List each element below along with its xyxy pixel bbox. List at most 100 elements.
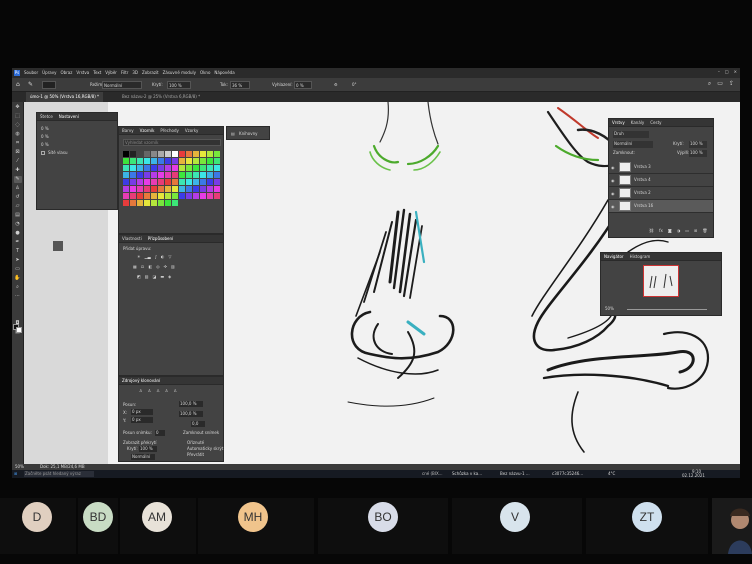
clone-stamp-icon[interactable]: ♙ — [14, 185, 22, 192]
color-swatch[interactable] — [158, 186, 164, 192]
color-swatch[interactable] — [172, 186, 178, 192]
color-swatch[interactable] — [179, 179, 185, 185]
gradient-map-icon[interactable]: ▬ — [160, 275, 164, 279]
taskbar-app-teams[interactable]: Schůzka v ka... — [452, 472, 482, 476]
color-swatch[interactable] — [165, 165, 171, 171]
color-swatch[interactable] — [214, 165, 220, 171]
visibility-eye-icon[interactable]: ◉ — [611, 191, 616, 196]
selective-color-icon[interactable]: ◈ — [168, 275, 171, 279]
participant-tile[interactable]: MH — [198, 498, 314, 554]
color-swatch[interactable] — [123, 179, 129, 185]
color-swatch[interactable] — [158, 179, 164, 185]
color-swatch[interactable] — [123, 165, 129, 171]
windows-start-icon[interactable]: ⊞ — [14, 472, 17, 476]
participant-tile[interactable]: D — [0, 498, 76, 554]
menu-plugins[interactable]: Zásuvné moduly — [163, 71, 196, 75]
clone-source-1-icon[interactable]: ♙ — [139, 389, 143, 393]
tab-umo-1[interactable]: úmo-1 @ 50% (Vrstva 16,RGB/8) * — [26, 92, 104, 102]
color-swatch[interactable] — [144, 158, 150, 164]
participant-tile[interactable]: AM — [120, 498, 196, 554]
tab-adjustments[interactable]: Přizpůsobení — [148, 236, 173, 241]
height-scale-input[interactable]: 100,0 % — [179, 411, 203, 417]
jitter-row-1[interactable]: 0 % — [41, 127, 49, 131]
color-swatch[interactable] — [214, 151, 220, 157]
color-swatch[interactable] — [172, 151, 178, 157]
blend-mode-select[interactable]: Normální — [613, 141, 653, 148]
color-swatch[interactable] — [200, 151, 206, 157]
color-swatch[interactable] — [193, 186, 199, 192]
offset-y-input[interactable]: 0 px — [131, 417, 153, 423]
tab-swatches[interactable]: Vzorník — [140, 128, 155, 133]
taskbar-app-partial[interactable]: cné (BIX... — [422, 472, 443, 476]
color-swatch[interactable] — [193, 172, 199, 178]
width-scale-input[interactable]: 100,0 % — [179, 401, 203, 407]
tab-brush-settings[interactable]: Nastavení — [59, 114, 79, 119]
layer-row[interactable]: ◉ Vrstva 2 — [609, 187, 713, 200]
eraser-icon[interactable]: ▱ — [14, 203, 22, 210]
tab-bez-nazvu-2[interactable]: Bez názvu-2 @ 25% (Vrstva 6,RGB/8) * — [122, 95, 200, 99]
color-swatch[interactable] — [123, 193, 129, 199]
color-swatch[interactable] — [179, 165, 185, 171]
color-swatch[interactable] — [130, 158, 136, 164]
color-swatch[interactable] — [207, 179, 213, 185]
color-swatch[interactable] — [130, 193, 136, 199]
navigator-zoom-slider[interactable] — [627, 309, 707, 310]
color-swatch[interactable] — [172, 158, 178, 164]
color-swatch[interactable] — [165, 158, 171, 164]
color-swatch[interactable] — [165, 200, 171, 206]
overlay-opacity-input[interactable]: 100 % — [139, 446, 157, 452]
brush-preview-icon[interactable] — [53, 241, 63, 251]
threshold-icon[interactable]: ◪ — [153, 275, 157, 279]
lock-frame-label[interactable]: Zamknout snímek — [183, 431, 219, 435]
color-swatch[interactable] — [193, 193, 199, 199]
levels-icon[interactable]: ▁▃ — [145, 255, 151, 259]
color-swatch[interactable] — [172, 179, 178, 185]
color-swatch[interactable] — [214, 158, 220, 164]
fx-icon[interactable]: fx — [659, 229, 663, 233]
participant-tile[interactable]: V — [452, 498, 582, 554]
brush-preset-picker[interactable] — [42, 81, 56, 89]
color-swatch[interactable] — [158, 172, 164, 178]
smoothing-input[interactable]: 0 % — [294, 81, 312, 89]
color-swatch[interactable] — [123, 200, 129, 206]
brush-tool-icon[interactable]: ✎ — [28, 82, 33, 88]
menu-text[interactable]: Text — [93, 71, 101, 75]
clone-source-5-icon[interactable]: ♙ — [173, 389, 177, 393]
color-swatch[interactable] — [179, 151, 185, 157]
color-swatch[interactable] — [214, 193, 220, 199]
mode-select[interactable]: Normální — [102, 81, 142, 89]
color-swatch[interactable] — [137, 172, 143, 178]
color-swatch[interactable] — [137, 165, 143, 171]
color-swatch[interactable] — [151, 179, 157, 185]
balance-icon[interactable]: ⚖ — [141, 265, 145, 269]
menu-help[interactable]: Nápověda — [214, 71, 234, 75]
color-swatch[interactable] — [151, 172, 157, 178]
color-swatch[interactable] — [193, 165, 199, 171]
tab-gradients[interactable]: Přechody — [160, 128, 178, 133]
color-swatch[interactable] — [200, 165, 206, 171]
color-swatch[interactable] — [200, 193, 206, 199]
opacity-input[interactable]: 100 % — [167, 81, 191, 89]
color-swatch[interactable] — [144, 186, 150, 192]
color-swatch[interactable] — [186, 165, 192, 171]
tab-paths[interactable]: Cesty — [650, 120, 661, 125]
minimize-icon[interactable]: – — [718, 70, 720, 74]
taskbar-app-photoshop[interactable]: Bez názvu-1 ... — [500, 472, 530, 476]
color-swatch[interactable] — [123, 151, 129, 157]
color-swatch[interactable] — [179, 186, 185, 192]
layer-row[interactable]: ◉ Vrstva 4 — [609, 174, 713, 187]
color-swatch[interactable] — [193, 179, 199, 185]
angle-value[interactable]: 0° — [352, 83, 357, 87]
color-swatch[interactable] — [186, 193, 192, 199]
libraries-icon[interactable]: ▤ — [231, 132, 235, 136]
tab-histogram[interactable]: Histogram — [630, 254, 651, 259]
clone-source-2-icon[interactable]: ♙ — [148, 389, 152, 393]
color-swatch[interactable] — [130, 200, 136, 206]
layer-opacity-input[interactable]: 100 % — [689, 141, 707, 148]
color-swatch[interactable] — [137, 158, 143, 164]
color-swatch[interactable] — [123, 172, 129, 178]
invert-label[interactable]: Převrátit — [187, 453, 204, 457]
jitter-row-3[interactable]: 0 % — [41, 143, 49, 147]
menu-view[interactable]: Zobrazit — [142, 71, 159, 75]
color-swatch[interactable] — [207, 158, 213, 164]
